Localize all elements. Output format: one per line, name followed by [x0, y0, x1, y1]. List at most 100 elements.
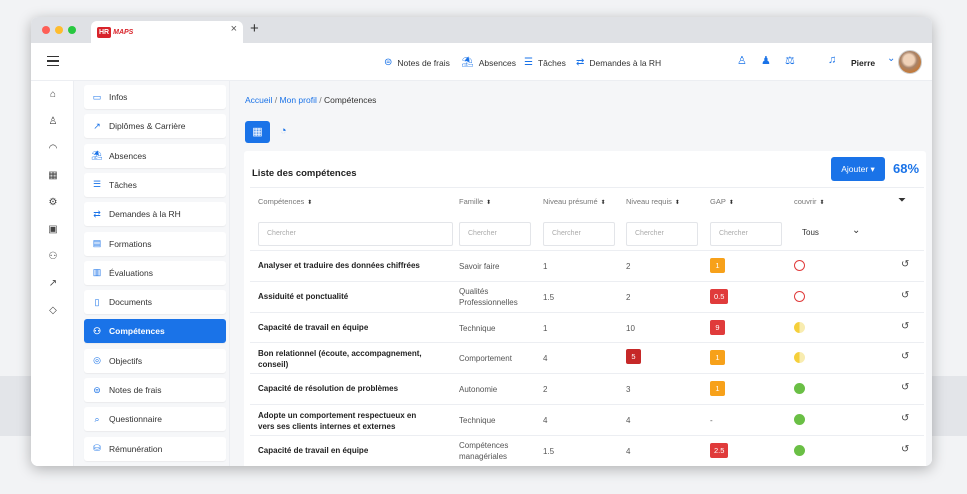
table-row[interactable]: Capacité de travail en équipe Compétences… — [250, 434, 924, 466]
sidebar-item-label: Compétences — [109, 326, 165, 337]
breadcrumb-profile[interactable]: Mon profil — [280, 95, 317, 105]
cover-select[interactable]: Tous ⌄ — [794, 222, 870, 246]
questionnaire-icon: ⌕ — [94, 413, 100, 424]
settings-icon[interactable]: ⚙ — [47, 197, 59, 209]
sidebar-item-remuneration[interactable]: ⛁ Rémunération — [84, 436, 226, 461]
user-icon[interactable]: ♙ — [737, 54, 747, 67]
table-row[interactable]: Capacité de résolution de problèmes Auton… — [250, 373, 924, 404]
topnav-absences[interactable]: ⛱ Absences — [461, 57, 516, 68]
minimize-window-dot[interactable] — [55, 26, 63, 34]
famille: Comportement — [459, 354, 512, 364]
cover-status-icon — [794, 383, 805, 395]
users-icon[interactable]: ⚇ — [47, 251, 59, 263]
sort-icon[interactable]: ⬍ — [675, 200, 680, 206]
competence-name: Capacité de travail en équipe — [258, 445, 369, 455]
sidebar-item-questionnaire[interactable]: ⌕ Questionnaire — [84, 407, 226, 432]
competence-name: Analyser et traduire des données chiffré… — [258, 261, 420, 270]
maximize-window-dot[interactable] — [68, 26, 76, 34]
column-header[interactable]: couvrir ⬍ — [794, 197, 825, 206]
table-row[interactable]: Assiduité et ponctualité Qualités Profess… — [250, 280, 924, 312]
niveau-presume: 4 — [543, 354, 548, 364]
filter-icon[interactable]: ⏷ — [898, 195, 906, 206]
competence-name: Bon relationnel (écoute, accompagnement,… — [258, 349, 422, 370]
sort-icon[interactable]: ⬍ — [601, 200, 606, 206]
table-row[interactable]: Capacité de travail en équipe Technique 1 1… — [250, 311, 924, 343]
column-header[interactable]: Famille ⬍ — [459, 197, 491, 206]
column-header-label: Compétences — [258, 197, 305, 206]
sidebar-item-objectifs[interactable]: ◎ Objectifs — [84, 348, 226, 373]
topnav-demandes-la-rh[interactable]: ⇄ Demandes à la RH — [576, 57, 661, 68]
sidebar: ▭ Infos ↗ Diplômes & Carrière ⛱ Absences ☰ Tâch… — [74, 81, 230, 466]
bell-icon[interactable]: ♫ — [828, 54, 836, 66]
sort-icon[interactable]: ⬍ — [729, 200, 734, 206]
team-icon[interactable]: ♟ — [761, 54, 771, 67]
sidebar-item-formations[interactable]: ▤ Formations — [84, 231, 226, 256]
history-icon[interactable]: ↺ — [901, 351, 909, 362]
breadcrumb-home[interactable]: Accueil — [245, 95, 272, 105]
org-icon[interactable]: ⚖ — [785, 54, 795, 67]
table-view-button[interactable]: ▦ — [245, 121, 270, 143]
filter-input[interactable]: Chercher — [258, 222, 453, 246]
tasks-list-icon: ☰ — [524, 57, 533, 68]
home-icon[interactable]: ⌂ — [47, 89, 59, 101]
sidebar-item-demandes[interactable]: ⇄ Demandes à la RH — [84, 202, 226, 227]
gap: 0.5 — [710, 288, 729, 304]
chevron-down-icon[interactable]: ⌄ — [887, 53, 895, 64]
receipt-icon: ⊜ — [384, 57, 393, 68]
history-icon[interactable]: ↺ — [901, 413, 909, 424]
table-row[interactable]: Adopte un comportement respectueux en ve… — [250, 404, 924, 435]
history-icon[interactable]: ↺ — [901, 444, 909, 455]
sidebar-item-diplomes[interactable]: ↗ Diplômes & Carrière — [84, 114, 226, 139]
topnav-t-ches[interactable]: ☰ Tâches — [524, 57, 566, 68]
column-header[interactable]: GAP ⬍ — [710, 197, 734, 206]
close-window-dot[interactable] — [42, 26, 50, 34]
browser-tab[interactable]: HR MAPS × — [91, 21, 243, 43]
select-value: Tous — [802, 228, 819, 237]
history-icon[interactable]: ↺ — [901, 259, 909, 270]
history-icon[interactable]: ↺ — [901, 321, 909, 332]
user-name[interactable]: Pierre — [851, 58, 875, 68]
column-header[interactable]: Niveau présumé ⬍ — [543, 197, 606, 206]
niveau-requis: 10 — [626, 323, 635, 333]
person-icon[interactable]: ♙ — [47, 116, 59, 128]
table-row[interactable]: Bon relationnel (écoute, accompagnement,… — [250, 342, 924, 373]
sidebar-item-competences[interactable]: ⚇ Compétences — [84, 319, 226, 344]
gap: 1 — [710, 381, 725, 397]
add-button[interactable]: Ajouter ▾ — [831, 157, 885, 181]
competence-name: Capacité de travail en équipe — [258, 322, 369, 332]
new-tab-icon[interactable]: + — [250, 21, 259, 37]
chart-icon[interactable]: ↗ — [47, 278, 59, 290]
sort-icon[interactable]: ⬍ — [307, 200, 312, 206]
tab-close-icon[interactable]: × — [231, 23, 237, 35]
tag-icon[interactable]: ◇ — [47, 305, 59, 317]
niveau-presume: 1.5 — [543, 446, 555, 456]
logo-maps: MAPS — [113, 28, 134, 36]
filter-input[interactable]: Chercher — [626, 222, 698, 246]
hamburger-menu-icon[interactable] — [47, 56, 59, 66]
building-icon[interactable]: ▦ — [47, 170, 59, 182]
sidebar-item-documents[interactable]: ▯ Documents — [84, 290, 226, 315]
gap-badge: 9 — [710, 319, 725, 335]
topnav-notes-de-frais[interactable]: ⊜ Notes de frais — [384, 57, 450, 68]
column-header[interactable]: Niveau requis ⬍ — [626, 197, 680, 206]
sidebar-item-evaluations[interactable]: ▥ Évaluations — [84, 260, 226, 285]
filter-input[interactable]: Chercher — [543, 222, 615, 246]
sort-icon[interactable]: ⬍ — [820, 200, 825, 206]
sidebar-item-label: Rémunération — [109, 443, 163, 454]
sort-icon[interactable]: ⬍ — [486, 200, 491, 206]
filter-input[interactable]: Chercher — [710, 222, 782, 246]
history-icon[interactable]: ↺ — [901, 382, 909, 393]
sidebar-item-infos[interactable]: ▭ Infos — [84, 85, 226, 109]
column-header[interactable]: Compétences ⬍ — [258, 197, 312, 206]
filter-input[interactable]: Chercher — [459, 222, 531, 246]
sidebar-item-notes-de-frais[interactable]: ⊜ Notes de frais — [84, 378, 226, 402]
avatar[interactable] — [898, 50, 922, 74]
history-icon[interactable]: ↺ — [901, 290, 909, 301]
id-card-icon[interactable]: ▣ — [47, 224, 59, 236]
dashboard-icon[interactable]: ◠ — [47, 143, 59, 155]
pie-chart-icon[interactable]: ◔ — [280, 125, 287, 137]
sidebar-item-absences[interactable]: ⛱ Absences — [84, 143, 226, 168]
table-row[interactable]: Analyser et traduire des données chiffré… — [250, 250, 924, 281]
sidebar-item-taches[interactable]: ☰ Tâches — [84, 172, 226, 197]
sidebar-item-label: Absences — [109, 150, 147, 161]
